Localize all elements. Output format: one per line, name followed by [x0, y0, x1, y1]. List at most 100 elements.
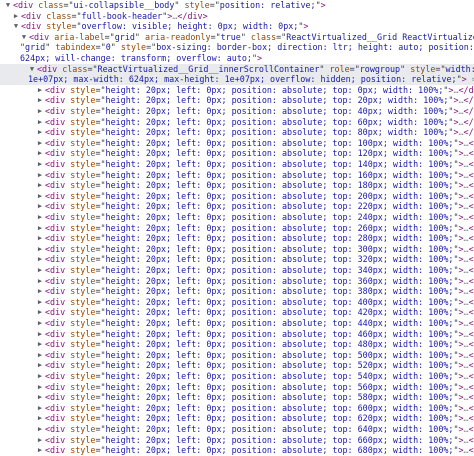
expand-triangle-right-icon[interactable]: ▶ — [36, 403, 44, 414]
dom-node-line[interactable]: ▶<div style="height: 20px; left: 0px; po… — [0, 350, 474, 361]
expand-triangle-right-icon[interactable]: ▶ — [36, 413, 44, 424]
expand-triangle-right-icon[interactable]: ▶ — [36, 212, 44, 223]
expand-triangle-down-icon[interactable]: ▼ — [12, 21, 20, 32]
expand-triangle-right-icon[interactable]: ▶ — [36, 159, 44, 170]
dom-node-line[interactable]: ▶<div style="height: 20px; left: 0px; po… — [0, 212, 474, 223]
dom-node-line[interactable]: ▶<div style="height: 20px; left: 0px; po… — [0, 180, 474, 191]
dom-node-line[interactable]: ▼<div class="ReactVirtualized__Grid__inn… — [0, 64, 474, 75]
dom-node-line[interactable]: ▶<div style="height: 20px; left: 0px; po… — [0, 339, 474, 350]
dom-node-line[interactable]: ▶<div class="full-book-header">…</div> — [0, 11, 474, 22]
dom-node-line[interactable]: ▶<div style="height: 20px; left: 0px; po… — [0, 201, 474, 212]
dom-node-line[interactable]: ▶<div style="height: 20px; left: 0px; po… — [0, 106, 474, 117]
expand-triangle-right-icon[interactable]: ▶ — [36, 329, 44, 340]
expand-triangle-right-icon[interactable]: ▶ — [36, 254, 44, 265]
dom-node-continuation[interactable]: "grid" tabindex="0" style="box-sizing: b… — [0, 42, 474, 53]
expand-triangle-right-icon[interactable]: ▶ — [36, 180, 44, 191]
dom-node-line[interactable]: ▶<div style="height: 20px; left: 0px; po… — [0, 265, 474, 276]
dom-node-line[interactable]: ▶<div style="height: 20px; left: 0px; po… — [0, 276, 474, 287]
dom-node-line[interactable]: ▶<div style="height: 20px; left: 0px; po… — [0, 445, 474, 456]
dom-node-line[interactable]: ▼<div aria-label="grid" aria-readonly="t… — [0, 32, 474, 43]
expand-triangle-right-icon[interactable]: ▶ — [36, 382, 44, 393]
dom-node-line[interactable]: ▶<div style="height: 20px; left: 0px; po… — [0, 413, 474, 424]
expand-triangle-down-icon[interactable]: ▼ — [28, 64, 36, 75]
dom-node-line[interactable]: ▶<div style="height: 20px; left: 0px; po… — [0, 307, 474, 318]
token-tg: </div> — [469, 371, 474, 381]
dom-node-line[interactable]: ▶<div style="height: 20px; left: 0px; po… — [0, 435, 474, 446]
dom-node-line[interactable]: ▶<div style="height: 20px; left: 0px; po… — [0, 127, 474, 138]
expand-triangle-right-icon[interactable]: ▶ — [36, 201, 44, 212]
expand-triangle-right-icon[interactable]: ▶ — [36, 233, 44, 244]
dom-node-line[interactable]: ▶<div style="height: 20px; left: 0px; po… — [0, 95, 474, 106]
expand-triangle-right-icon[interactable]: ▶ — [36, 265, 44, 276]
dom-node-line[interactable]: ▶<div style="height: 20px; left: 0px; po… — [0, 170, 474, 181]
token-an: style — [70, 148, 95, 158]
expand-triangle-right-icon[interactable]: ▶ — [36, 106, 44, 117]
expand-triangle-right-icon[interactable]: ▶ — [12, 11, 20, 22]
token-tg: <div — [45, 127, 70, 137]
expand-triangle-right-icon[interactable]: ▶ — [36, 148, 44, 159]
dom-node-line[interactable]: ▶<div style="height: 20px; left: 0px; po… — [0, 424, 474, 435]
expand-triangle-right-icon[interactable]: ▶ — [36, 95, 44, 106]
expand-triangle-right-icon[interactable]: ▶ — [36, 392, 44, 403]
token-tg: </div> — [469, 138, 474, 148]
expand-triangle-right-icon[interactable]: ▶ — [36, 424, 44, 435]
token-pl: =" — [95, 350, 105, 360]
expand-triangle-right-icon[interactable]: ▶ — [36, 318, 44, 329]
expand-triangle-right-icon[interactable]: ▶ — [36, 360, 44, 371]
dom-node-line[interactable]: ▼<div style="overflow: visible; height: … — [0, 21, 474, 32]
token-av: height: 20px; left: 0px; position: absol… — [106, 244, 454, 254]
expand-triangle-right-icon[interactable]: ▶ — [36, 127, 44, 138]
expand-triangle-right-icon[interactable]: ▶ — [36, 138, 44, 149]
dom-node-continuation[interactable]: 1e+07px; max-width: 624px; max-height: 1… — [0, 74, 474, 85]
expand-triangle-right-icon[interactable]: ▶ — [36, 307, 44, 318]
dom-node-line[interactable]: ▶<div style="height: 20px; left: 0px; po… — [0, 148, 474, 159]
expand-triangle-right-icon[interactable]: ▶ — [36, 244, 44, 255]
expand-triangle-right-icon[interactable]: ▶ — [36, 117, 44, 128]
dom-node-line[interactable]: ▶<div style="height: 20px; left: 0px; po… — [0, 371, 474, 382]
expand-triangle-right-icon[interactable]: ▶ — [36, 297, 44, 308]
dom-node-line[interactable]: ▶<div style="height: 20px; left: 0px; po… — [0, 329, 474, 340]
dom-node-line[interactable]: ▶<div style="height: 20px; left: 0px; po… — [0, 159, 474, 170]
dom-node-line[interactable]: ▶<div style="height: 20px; left: 0px; po… — [0, 117, 474, 128]
dom-node-line[interactable]: ▶<div style="height: 20px; left: 0px; po… — [0, 286, 474, 297]
token-an: style — [70, 223, 95, 233]
expand-triangle-right-icon[interactable]: ▶ — [36, 85, 44, 96]
dom-node-line[interactable]: ▼<div class="ui-collapsible__body" style… — [0, 0, 474, 11]
token-an: class — [46, 11, 71, 21]
token-an: aria-readonly — [145, 32, 211, 42]
token-av: height: 20px; left: 0px; position: absol… — [106, 201, 454, 211]
expand-triangle-right-icon[interactable]: ▶ — [36, 170, 44, 181]
dom-node-line[interactable]: ▶<div style="height: 20px; left: 0px; po… — [0, 223, 474, 234]
expand-triangle-right-icon[interactable]: ▶ — [36, 276, 44, 287]
expand-triangle-right-icon[interactable]: ▶ — [36, 191, 44, 202]
dom-node-line[interactable]: ▶<div style="height: 20px; left: 0px; po… — [0, 138, 474, 149]
dom-node-line[interactable]: ▶<div style="height: 20px; left: 0px; po… — [0, 297, 474, 308]
dom-node-line[interactable]: ▶<div style="height: 20px; left: 0px; po… — [0, 403, 474, 414]
expand-triangle-down-icon[interactable]: ▼ — [20, 32, 28, 43]
dom-node-line[interactable]: ▶<div style="height: 20px; left: 0px; po… — [0, 392, 474, 403]
dom-node-line[interactable]: ▶<div style="height: 20px; left: 0px; po… — [0, 191, 474, 202]
dom-node-line[interactable]: ▶<div style="height: 20px; left: 0px; po… — [0, 233, 474, 244]
expand-triangle-right-icon[interactable]: ▶ — [36, 371, 44, 382]
expand-triangle-right-icon[interactable]: ▶ — [36, 350, 44, 361]
expand-triangle-right-icon[interactable]: ▶ — [36, 445, 44, 456]
dom-node-line[interactable]: ▶<div style="height: 20px; left: 0px; po… — [0, 360, 474, 371]
dom-node-line[interactable]: ▶<div style="height: 20px; left: 0px; po… — [0, 382, 474, 393]
node-markup: <div style="height: 20px; left: 0px; pos… — [45, 223, 474, 234]
node-markup: <div style="height: 20px; left: 0px; pos… — [45, 318, 474, 329]
dom-node-continuation[interactable]: 624px; will-change: transform; overflow:… — [0, 53, 474, 64]
token-av: height: 20px; left: 0px; position: absol… — [106, 286, 454, 296]
token-av: height: 20px; left: 0px; position: absol… — [106, 403, 454, 413]
expand-triangle-down-icon[interactable]: ▼ — [4, 0, 12, 11]
token-av: height: 20px; left: 0px; position: absol… — [106, 95, 449, 105]
token-tg: </div> — [464, 127, 474, 137]
expand-triangle-right-icon[interactable]: ▶ — [36, 435, 44, 446]
token-an: style — [410, 64, 435, 74]
dom-node-line[interactable]: ▶<div style="height: 20px; left: 0px; po… — [0, 254, 474, 265]
expand-triangle-right-icon[interactable]: ▶ — [36, 286, 44, 297]
dom-node-line[interactable]: ▶<div style="height: 20px; left: 0px; po… — [0, 85, 474, 96]
dom-node-line[interactable]: ▶<div style="height: 20px; left: 0px; po… — [0, 318, 474, 329]
dom-node-line[interactable]: ▶<div style="height: 20px; left: 0px; po… — [0, 244, 474, 255]
expand-triangle-right-icon[interactable]: ▶ — [36, 223, 44, 234]
expand-triangle-right-icon[interactable]: ▶ — [36, 339, 44, 350]
